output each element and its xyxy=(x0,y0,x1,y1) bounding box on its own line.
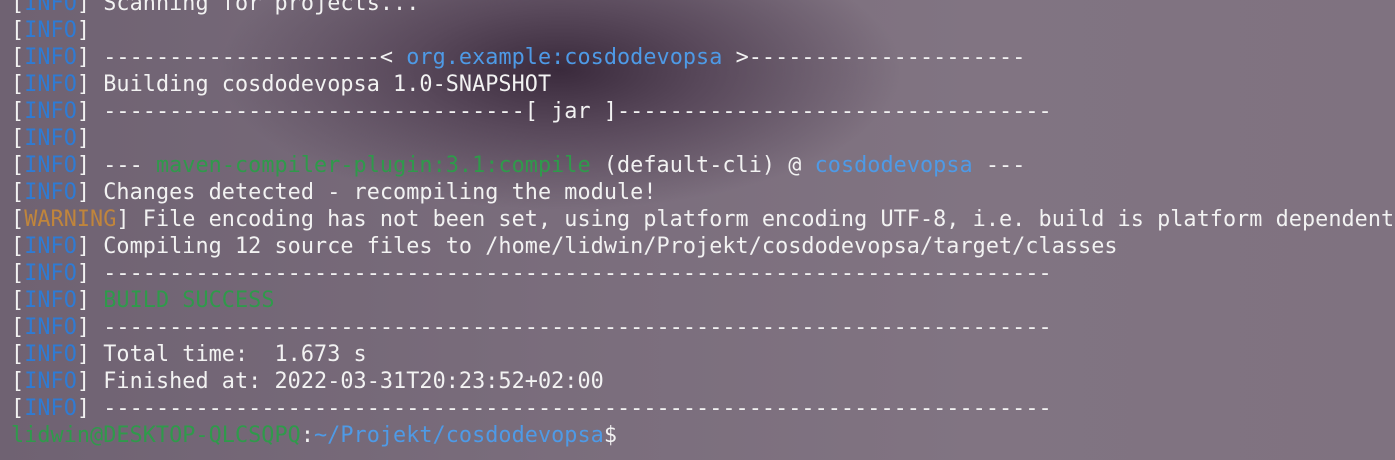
log-line-separator: [INFO] ---------------------------------… xyxy=(11,315,1052,340)
prompt-separator: : xyxy=(300,423,314,448)
artifact-id: org.example:cosdodevopsa xyxy=(406,45,723,70)
level-tag: INFO xyxy=(24,99,77,124)
log-text: (default-cli) @ xyxy=(590,153,815,178)
log-text: ----------------------------------------… xyxy=(90,315,1052,340)
level-tag: INFO xyxy=(24,261,77,286)
log-line-separator: [INFO] ---------------------------------… xyxy=(11,396,1052,421)
level-tag: INFO xyxy=(24,0,77,16)
level-tag-warning: WARNING xyxy=(24,207,117,232)
log-line-empty: [INFO] xyxy=(11,126,91,151)
level-tag: INFO xyxy=(24,153,77,178)
level-tag: INFO xyxy=(24,288,77,313)
log-line-jar-separator: [INFO] --------------------------------[… xyxy=(11,99,1052,124)
log-text: Scanning for projects... xyxy=(90,0,420,16)
log-line-total-time: [INFO] Total time: 1.673 s xyxy=(11,342,367,367)
log-text: ----------------------------------------… xyxy=(90,261,1052,286)
project-name: cosdodevopsa xyxy=(814,153,973,178)
level-tag: INFO xyxy=(24,180,77,205)
prompt-symbol: $ xyxy=(603,423,617,448)
log-text: Building cosdodevopsa 1.0-SNAPSHOT xyxy=(90,72,552,97)
log-line-finished-at: [INFO] Finished at: 2022-03-31T20:23:52+… xyxy=(11,369,604,394)
prompt-path: ~/Projekt/cosdodevopsa xyxy=(314,423,604,448)
log-text: --------------------------------[ jar ]-… xyxy=(90,99,1052,124)
plugin-name: maven-compiler-plugin:3.1:compile xyxy=(155,153,591,178)
log-text: --- xyxy=(90,153,156,178)
level-tag: INFO xyxy=(24,342,77,367)
log-text: --- xyxy=(972,153,1026,178)
log-line-artifact-header: [INFO] ---------------------< org.exampl… xyxy=(11,45,1026,70)
log-text: ---------------------< xyxy=(90,45,407,70)
log-text: ----------------------------------------… xyxy=(90,396,1052,421)
level-tag: INFO xyxy=(24,234,77,259)
log-text: >--------------------- xyxy=(722,45,1026,70)
build-success-text: BUILD SUCCESS xyxy=(90,288,275,313)
log-line-compiling: [INFO] Compiling 12 source files to /hom… xyxy=(11,234,1118,259)
log-line-compiler-plugin: [INFO] --- maven-compiler-plugin:3.1:com… xyxy=(11,153,1026,178)
log-line-separator: [INFO] ---------------------------------… xyxy=(11,261,1052,286)
log-line-changes-detected: [INFO] Changes detected - recompiling th… xyxy=(11,180,657,205)
level-tag: INFO xyxy=(24,315,77,340)
terminal-window[interactable]: [INFO] Scanning for projects... [INFO] [… xyxy=(0,0,1395,460)
log-line-building: [INFO] Building cosdodevopsa 1.0-SNAPSHO… xyxy=(11,72,552,97)
level-tag: INFO xyxy=(24,126,77,151)
log-text: File encoding has not been set, using pl… xyxy=(129,207,1395,232)
prompt-user-host: lidwin@DESKTOP-QLCSQPQ xyxy=(11,423,301,448)
log-text: Changes detected - recompiling the modul… xyxy=(90,180,657,205)
log-text: Compiling 12 source files to /home/lidwi… xyxy=(90,234,1118,259)
level-tag: INFO xyxy=(24,72,77,97)
log-line-build-success: [INFO] BUILD SUCCESS xyxy=(11,288,275,313)
level-tag: INFO xyxy=(24,396,77,421)
log-line-warning-encoding: [WARNING] File encoding has not been set… xyxy=(11,206,1395,233)
log-line-scanning: [INFO] Scanning for projects... xyxy=(11,0,1395,17)
level-tag: INFO xyxy=(24,45,77,70)
level-tag: INFO xyxy=(24,369,77,394)
log-line-empty: [INFO] xyxy=(11,18,91,43)
level-tag: INFO xyxy=(24,18,77,43)
shell-prompt[interactable]: lidwin@DESKTOP-QLCSQPQ:~/Projekt/cosdode… xyxy=(11,422,1395,449)
log-text: Finished at: 2022-03-31T20:23:52+02:00 xyxy=(90,369,604,394)
log-text: Total time: 1.673 s xyxy=(90,342,367,367)
